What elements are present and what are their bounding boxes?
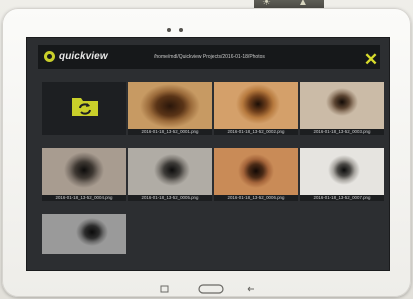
folder-back-icon xyxy=(72,98,98,116)
warning-icon: ▲ xyxy=(298,0,308,8)
photo-caption: 2016-01-18_13-52_0001.png xyxy=(128,129,212,135)
photo-thumbnail xyxy=(300,148,384,195)
photo-tile[interactable]: 2016-01-18_13-52_0003.png xyxy=(300,82,384,135)
photo-tile[interactable]: 2016-01-18_13-52_0002.png xyxy=(214,82,298,135)
back-button[interactable] xyxy=(247,286,254,292)
photo-caption: 2016-01-18_13-52_0003.png xyxy=(300,129,384,135)
photo-thumbnail xyxy=(300,82,384,129)
scene: ☀ ▲ quickview /home/mdl/Quickview Projec… xyxy=(0,0,413,299)
photo-thumbnail xyxy=(214,148,298,195)
front-camera xyxy=(167,28,183,32)
photo-tile[interactable]: 2016-01-18_13-52_0004.png xyxy=(42,148,126,201)
close-icon: ✕ xyxy=(363,50,379,69)
hardware-buttons xyxy=(160,284,254,294)
photo-caption: 2016-01-18_13-52_0004.png xyxy=(42,195,126,201)
photo-tile[interactable]: 2016-01-18_13-52_0001.png xyxy=(128,82,212,135)
home-button[interactable] xyxy=(198,284,224,294)
photo-thumbnail xyxy=(128,82,212,129)
folder-path: /home/mdl/Quickview Projects/2016-01-18/… xyxy=(154,54,265,60)
photo-thumbnail xyxy=(42,214,126,254)
sun-icon: ☀ xyxy=(262,0,271,8)
photo-caption: 2016-01-18_13-52_0005.png xyxy=(128,195,212,201)
quickview-logo-icon xyxy=(44,51,55,62)
photo-caption: 2016-01-18_13-52_0006.png xyxy=(214,195,298,201)
photo-tile[interactable] xyxy=(42,214,126,254)
parent-folder-tile[interactable] xyxy=(42,82,126,135)
title-bar: quickview /home/mdl/Quickview Projects/2… xyxy=(38,45,380,69)
photo-tile[interactable]: 2016-01-18_13-52_0005.png xyxy=(128,148,212,201)
photo-caption: 2016-01-18_13-52_0007.png xyxy=(300,195,384,201)
recent-apps-button[interactable] xyxy=(160,285,169,293)
photo-thumbnail xyxy=(128,148,212,195)
app-name: quickview xyxy=(59,51,108,62)
photo-tile[interactable]: 2016-01-18_13-52_0006.png xyxy=(214,148,298,201)
photo-thumbnail xyxy=(42,148,126,195)
close-button[interactable]: ✕ xyxy=(360,47,382,73)
photo-tile[interactable]: 2016-01-18_13-52_0007.png xyxy=(300,148,384,201)
photo-caption: 2016-01-18_13-52_0002.png xyxy=(214,129,298,135)
photo-thumbnail xyxy=(214,82,298,129)
